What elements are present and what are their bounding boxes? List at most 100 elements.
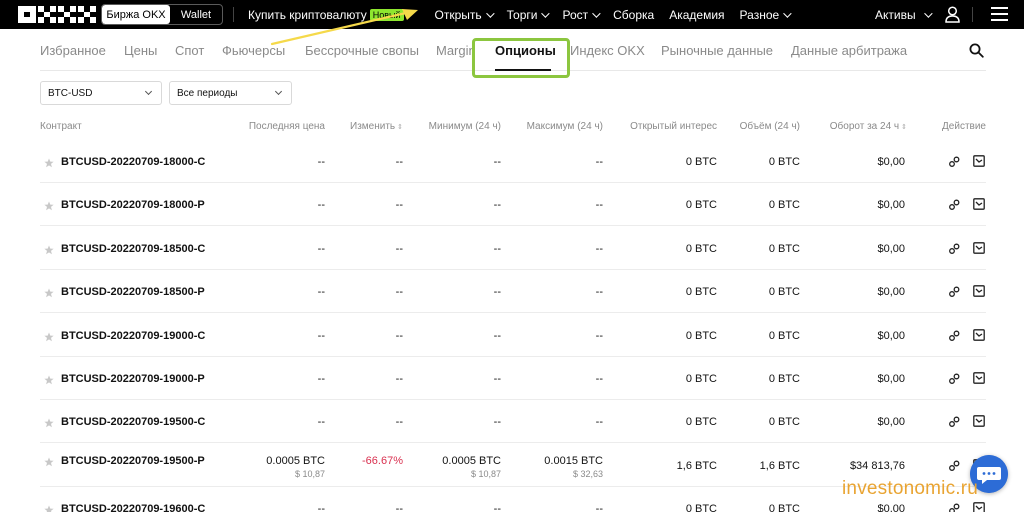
tab-prices[interactable]: Цены <box>124 43 157 58</box>
table-row[interactable]: BTCUSD-20220709-18000-C -- -- -- -- 0 BTC 0 BT… <box>40 140 986 183</box>
pair-select-value: BTC-USD <box>48 87 93 99</box>
low-24h-usd: $ 10,87 <box>470 469 501 479</box>
contract-name[interactable]: BTCUSD-20220709-18500-C <box>61 243 205 255</box>
chart-open-icon[interactable] <box>973 242 985 254</box>
star-icon[interactable] <box>44 505 54 512</box>
contract-name[interactable]: BTCUSD-20220709-19500-P <box>61 455 205 467</box>
table-row[interactable]: BTCUSD-20220709-18500-C -- -- -- -- 0 BTC 0 BT… <box>40 227 986 270</box>
tab-spot[interactable]: Спот <box>175 43 204 58</box>
header-change[interactable]: Изменить ⇕ <box>350 121 403 132</box>
nav-item-more[interactable]: Разное <box>740 8 792 22</box>
period-select[interactable]: Все периоды <box>169 81 292 105</box>
nav-item-label: Академия <box>669 7 725 22</box>
trade-icon[interactable] <box>948 243 960 255</box>
last-price: -- <box>317 416 325 428</box>
change-value: -- <box>395 330 403 342</box>
contract-name[interactable]: BTCUSD-20220709-18500-P <box>61 286 205 298</box>
chart-open-icon[interactable] <box>973 155 985 167</box>
contract-name[interactable]: BTCUSD-20220709-18000-C <box>61 156 205 168</box>
star-icon[interactable] <box>44 288 54 298</box>
last-price: -- <box>317 199 325 211</box>
low-24h: -- <box>493 330 501 342</box>
header-turnover[interactable]: Оборот за 24 ч ⇕ <box>830 121 907 132</box>
chevron-down-icon <box>274 87 283 96</box>
header-action: Действие <box>942 121 986 132</box>
open-interest: 1,6 BTC <box>676 460 717 472</box>
turnover-24h: $0,00 <box>877 503 905 512</box>
header-open-interest: Открытый интерес <box>630 121 717 132</box>
nav-item-trade[interactable]: Торги <box>506 7 551 22</box>
table-row[interactable]: BTCUSD-20220709-18500-P -- -- -- -- 0 BTC 0 BT… <box>40 270 986 313</box>
table-row[interactable]: BTCUSD-20220709-19000-C -- -- -- -- 0 BTC 0 BT… <box>40 314 986 357</box>
change-value: -66.67% <box>362 455 403 467</box>
trade-icon[interactable] <box>948 503 960 512</box>
trade-icon[interactable] <box>948 286 960 298</box>
chart-open-icon[interactable] <box>973 372 985 384</box>
header-last-price: Последняя цена <box>248 121 325 132</box>
tab-margin[interactable]: Margin <box>436 43 476 58</box>
okx-logo[interactable] <box>18 6 96 23</box>
chart-open-icon[interactable] <box>973 502 985 512</box>
star-icon[interactable] <box>44 245 54 255</box>
star-icon[interactable] <box>44 158 54 168</box>
nav-item-label: Торги <box>506 7 538 22</box>
volume-24h: 0 BTC <box>768 416 800 428</box>
trade-icon[interactable] <box>948 416 960 428</box>
contract-name[interactable]: BTCUSD-20220709-18000-P <box>61 199 205 211</box>
trade-icon[interactable] <box>948 156 960 168</box>
table-row[interactable]: BTCUSD-20220709-19000-P -- -- -- -- 0 BTC 0 BT… <box>40 357 986 400</box>
search-icon[interactable] <box>969 43 984 58</box>
chart-open-icon[interactable] <box>973 415 985 427</box>
open-interest: 0 BTC <box>685 416 717 428</box>
star-icon[interactable] <box>44 418 54 428</box>
nav-item-build[interactable]: Сборка <box>613 8 654 22</box>
header-turnover-label: Оборот за 24 ч <box>829 121 900 132</box>
assets-menu[interactable]: Активы <box>875 0 933 29</box>
pair-select[interactable]: BTC-USD <box>40 81 162 105</box>
trade-icon[interactable] <box>948 373 960 385</box>
volume-24h: 1,6 BTC <box>759 460 800 472</box>
tab-favorites[interactable]: Избранное <box>40 43 106 58</box>
chart-open-icon[interactable] <box>973 285 985 297</box>
contract-name[interactable]: BTCUSD-20220709-19000-C <box>61 330 205 342</box>
tab-okx-index[interactable]: Индекс OKX <box>570 43 645 58</box>
turnover-24h: $0,00 <box>877 373 905 385</box>
star-icon[interactable] <box>44 457 54 467</box>
header-volume: Объём (24 ч) <box>739 121 800 132</box>
contract-name[interactable]: BTCUSD-20220709-19500-C <box>61 416 205 428</box>
last-price: -- <box>317 373 325 385</box>
nav-item-academy[interactable]: Академия <box>669 8 724 22</box>
open-interest: 0 BTC <box>685 373 717 385</box>
star-icon[interactable] <box>44 201 54 211</box>
turnover-24h: $0,00 <box>877 199 905 211</box>
hamburger-menu-icon[interactable] <box>991 7 1008 21</box>
trade-icon[interactable] <box>948 460 960 472</box>
table-row[interactable]: BTCUSD-20220709-18000-P -- -- -- -- 0 BTC 0 BT… <box>40 183 986 226</box>
chart-open-icon[interactable] <box>973 329 985 341</box>
table-row[interactable]: BTCUSD-20220709-19500-C -- -- -- -- 0 BTC 0 BT… <box>40 400 986 443</box>
tab-market-data[interactable]: Рыночные данные <box>661 43 773 58</box>
header-low: Минимум (24 ч) <box>428 121 501 132</box>
wallet-toggle-button[interactable]: Wallet <box>170 5 222 24</box>
tab-arbitrage-data[interactable]: Данные арбитража <box>791 43 907 58</box>
change-value: -- <box>395 286 403 298</box>
contract-name[interactable]: BTCUSD-20220709-19600-C <box>61 503 205 512</box>
nav-item-discover[interactable]: Открыть <box>435 8 495 22</box>
volume-24h: 0 BTC <box>768 373 800 385</box>
user-icon[interactable] <box>945 6 960 23</box>
options-highlight-box <box>472 38 570 78</box>
nav-item-grow[interactable]: Рост <box>562 8 601 22</box>
high-24h: -- <box>595 199 603 211</box>
trade-icon[interactable] <box>948 330 960 342</box>
low-24h: 0.0005 BTC <box>442 455 501 467</box>
trade-icon[interactable] <box>948 199 960 211</box>
chevron-down-icon <box>541 8 551 18</box>
star-icon[interactable] <box>44 375 54 385</box>
exchange-toggle-button[interactable]: Биржа OKX <box>102 5 170 24</box>
low-24h: -- <box>493 286 501 298</box>
change-value: -- <box>395 503 403 512</box>
chart-open-icon[interactable] <box>973 198 985 210</box>
low-24h: -- <box>493 199 501 211</box>
star-icon[interactable] <box>44 332 54 342</box>
contract-name[interactable]: BTCUSD-20220709-19000-P <box>61 373 205 385</box>
